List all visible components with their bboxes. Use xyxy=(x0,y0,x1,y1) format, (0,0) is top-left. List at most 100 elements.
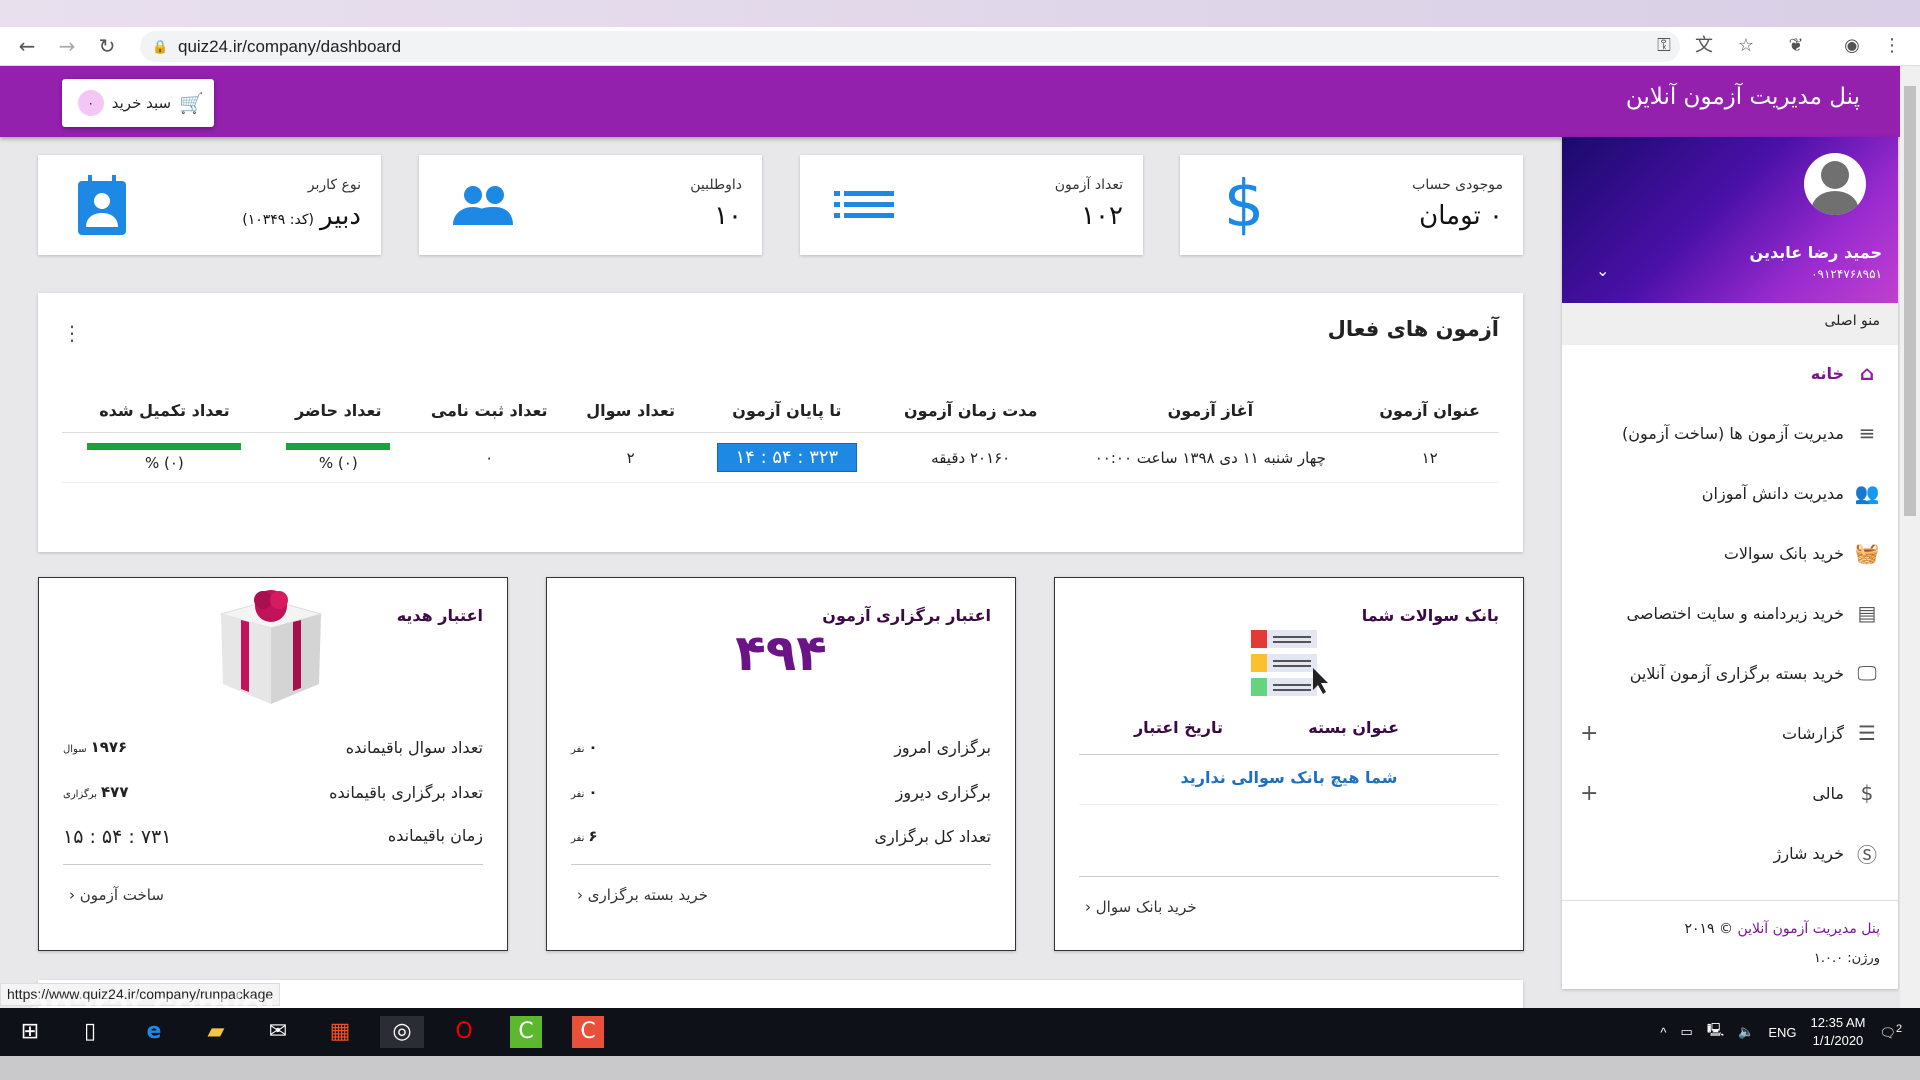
clock[interactable]: 12:35 AM 1/1/2020 xyxy=(1811,1014,1866,1050)
divider xyxy=(1079,876,1499,877)
row-value: ۰ xyxy=(588,738,598,756)
notifications-icon[interactable]: 🗨2 xyxy=(1879,1023,1902,1041)
profile-panel: حمید رضا عابدین ۰۹۱۲۴۷۶۸۹۵۱ ⌄ xyxy=(1562,137,1898,303)
row-value: ۰ xyxy=(588,783,598,801)
back-icon[interactable]: ← xyxy=(14,33,40,59)
sidebar-item-reports[interactable]: ☰ گزارشات + xyxy=(1580,713,1880,753)
monitor-icon: 🖵 xyxy=(1857,661,1877,685)
address-bar[interactable]: 🔒 quiz24.ir/company/dashboard xyxy=(140,31,1680,62)
star-icon[interactable]: ☆ xyxy=(1734,33,1758,59)
row-label: تعداد کل برگزاری xyxy=(874,827,991,846)
cart-button[interactable]: 🛒 سبد خرید ۰ xyxy=(62,79,214,127)
table-row[interactable]: ۱۲ چهار شنبه ۱۱ دی ۱۳۹۸ ساعت ۰۰:۰۰ ۲۰۱۶۰… xyxy=(62,432,1499,483)
chrome-icon[interactable]: ◎ xyxy=(380,1016,424,1048)
link-label: ساخت آزمون xyxy=(79,886,164,904)
sidebar-item-label: خانه xyxy=(1810,363,1844,383)
completed-cell: (۰) % xyxy=(62,432,267,483)
row-unit: نفر xyxy=(571,744,585,755)
camtasia-green-icon[interactable]: C xyxy=(510,1016,542,1048)
page-scrollbar[interactable] xyxy=(1900,66,1920,1008)
profile-icon[interactable]: ◉ xyxy=(1840,33,1864,59)
expand-plus-icon[interactable]: + xyxy=(1580,781,1598,806)
buy-question-bank-link[interactable]: خرید بانک سوال ‹ xyxy=(1085,898,1197,916)
page-viewport: پنل مدیریت آزمون آنلاین 🛒 سبد خرید ۰ موج… xyxy=(0,66,1900,1008)
file-explorer-icon[interactable]: ▰ xyxy=(200,1016,232,1048)
key-icon[interactable]: ⚿ xyxy=(1652,33,1676,59)
row-label: تعداد سوال باقیمانده xyxy=(345,738,483,757)
system-tray: ^ ▭ 🖳 🔈 ENG 12:35 AM 1/1/2020 🗨2 xyxy=(1660,1012,1902,1052)
more-options-icon[interactable]: ⋮ xyxy=(62,321,82,345)
task-view-icon[interactable]: ▯ xyxy=(74,1016,106,1048)
col-header: مدت زمان آزمون xyxy=(881,393,1061,433)
credit-row: تعداد کل برگزاری ۶نفر xyxy=(571,827,991,846)
browser-toolbar: ← → ↻ 🔒 quiz24.ir/company/dashboard ⚿ 文 … xyxy=(0,27,1920,66)
sidebar-item-buy-bank[interactable]: 🧺 خرید بانک سوالات xyxy=(1580,533,1880,573)
sidebar-item-charge[interactable]: Ⓢ خرید شارژ xyxy=(1580,833,1880,873)
people-icon xyxy=(453,186,513,225)
stat-label: داوطلبین xyxy=(690,177,742,193)
sidebar-item-finance[interactable]: $ مالی + xyxy=(1580,773,1880,813)
menu-header: منو اصلی xyxy=(1562,303,1898,345)
basket-icon: 🧺 xyxy=(1854,541,1880,565)
sidebar-item-buy-package[interactable]: 🖵 خرید بسته برگزاری آزمون آنلاین xyxy=(1580,653,1880,693)
sidebar-item-subdomain[interactable]: ▤ خرید زیردامنه و سایت اختصاصی xyxy=(1580,593,1880,633)
chevron-left-icon: ‹ xyxy=(1085,898,1091,916)
buy-exam-package-link[interactable]: خرید بسته برگزاری ‹ xyxy=(577,886,708,904)
col-header: آغاز آزمون xyxy=(1060,393,1361,433)
web-icon: ▤ xyxy=(1857,601,1877,625)
windows-start-icon[interactable]: ⊞ xyxy=(14,1016,46,1048)
forward-icon[interactable]: → xyxy=(54,33,80,59)
exam-title: ۱۲ xyxy=(1360,432,1499,483)
reload-icon[interactable]: ↻ xyxy=(94,33,120,59)
row-label: برگزاری دیروز xyxy=(895,783,991,802)
exam-start: چهار شنبه ۱۱ دی ۱۳۹۸ ساعت ۰۰:۰۰ xyxy=(1060,432,1361,483)
chevron-down-icon[interactable]: ⌄ xyxy=(1596,261,1609,280)
opera-icon[interactable]: O xyxy=(448,1016,480,1048)
language-indicator[interactable]: ENG xyxy=(1768,1025,1796,1040)
sidebar-item-students[interactable]: 👥 مدیریت دانش آموزان xyxy=(1580,473,1880,513)
network-icon[interactable]: 🖳 xyxy=(1707,1021,1724,1043)
exam-remaining-cell: ۳۲۳ : ۵۴ : ۱۴ xyxy=(692,432,882,483)
taskbar: ⊞ ▯ e ▰ ✉ ▦ ◎ O C C ^ ▭ 🖳 🔈 ENG 12:35 AM… xyxy=(0,1008,1920,1056)
dollar-icon: $ xyxy=(1860,781,1874,805)
row-value: ۴۷۷ xyxy=(101,783,129,801)
active-exams-table: عنوان آزمون آغاز آزمون مدت زمان آزمون تا… xyxy=(62,393,1499,483)
row-unit: نفر xyxy=(571,833,585,844)
gift-box-image xyxy=(219,590,323,704)
badge-icon xyxy=(78,175,126,235)
col-header: تا پایان آزمون xyxy=(692,393,882,433)
scrollbar-thumb[interactable] xyxy=(1904,86,1916,516)
col-package-title: عنوان بسته xyxy=(1308,718,1399,737)
divider xyxy=(1079,754,1499,755)
sidebar-item-home[interactable]: ⌂ خانه xyxy=(1580,353,1880,393)
cart-icon: 🛒 xyxy=(179,91,204,115)
create-exam-link[interactable]: ساخت آزمون ‹ xyxy=(69,886,164,904)
footer-brand-link[interactable]: پنل مدیریت آزمون آنلاین xyxy=(1737,921,1880,937)
store-icon[interactable]: ▦ xyxy=(324,1016,356,1048)
people-icon: 👥 xyxy=(1854,481,1880,505)
coin-icon: Ⓢ xyxy=(1857,842,1877,867)
link-label: خرید بانک سوال xyxy=(1095,898,1197,916)
present-cell: (۰) % xyxy=(266,432,410,483)
copyright: پنل مدیریت آزمون آنلاین © ۲۰۱۹ xyxy=(1684,921,1880,937)
camtasia-red-icon[interactable]: C xyxy=(572,1016,604,1048)
sidebar-item-exams[interactable]: ≡ مدیریت آزمون ها (ساخت آزمون) xyxy=(1580,413,1880,453)
gift-credit-card: اعتبار هدیه تعداد سوال باقیمانده ۱۹۷۶سوال… xyxy=(38,577,508,951)
mail-icon[interactable]: ✉ xyxy=(262,1016,294,1048)
card-title: اعتبار برگزاری آزمون xyxy=(822,606,991,625)
sidebar-item-label: خرید بسته برگزاری آزمون آنلاین xyxy=(1629,663,1844,683)
exam-credit-card: اعتبار برگزاری آزمون ۴۹۴ برگزاری امروز ۰ن… xyxy=(546,577,1016,951)
extension-icon[interactable]: ❦ xyxy=(1784,33,1808,59)
version: ورژن: ۱.۰.۰ xyxy=(1813,951,1880,966)
chevron-up-icon[interactable]: ^ xyxy=(1660,1025,1666,1040)
avatar[interactable] xyxy=(1804,153,1866,215)
volume-icon[interactable]: 🔈 xyxy=(1738,1024,1754,1040)
battery-icon[interactable]: ▭ xyxy=(1681,1024,1693,1040)
completed-progress-bar xyxy=(87,443,242,450)
credit-row: برگزاری امروز ۰نفر xyxy=(571,738,991,757)
menu-icon[interactable]: ⋮ xyxy=(1880,33,1904,59)
edge-icon[interactable]: e xyxy=(138,1016,170,1048)
translate-icon[interactable]: 文 xyxy=(1692,33,1716,59)
expand-plus-icon[interactable]: + xyxy=(1580,721,1598,746)
card-title: بانک سوالات شما xyxy=(1361,606,1499,625)
